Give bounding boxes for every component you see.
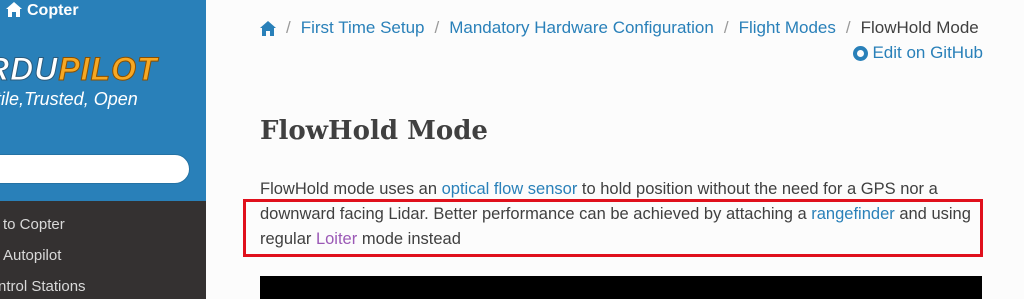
edit-on-github-label: Edit on GitHub (872, 43, 983, 62)
home-icon (6, 2, 22, 17)
breadcrumb-mandatory-hardware[interactable]: Mandatory Hardware Configuration (449, 18, 714, 38)
video-embed[interactable] (260, 276, 982, 299)
optical-flow-sensor-link[interactable]: optical flow sensor (442, 180, 578, 198)
sidebar-item-ground-stations[interactable]: ntrol Stations (0, 278, 86, 295)
paragraph-text: FlowHold mode uses an (260, 180, 442, 198)
project-home-link[interactable]: Copter (6, 2, 79, 20)
breadcrumb-flight-modes[interactable]: Flight Modes (739, 18, 836, 38)
sidebar-item-autopilot[interactable]: Autopilot (3, 247, 61, 264)
breadcrumb-separator: / (845, 18, 851, 37)
edit-on-github-link[interactable]: Edit on GitHub (853, 43, 983, 63)
breadcrumb: / First Time Setup / Mandatory Hardware … (260, 18, 979, 38)
project-name: Copter (27, 2, 79, 19)
sidebar-item-intro[interactable]: to Copter (3, 216, 65, 233)
home-icon[interactable] (260, 20, 276, 36)
page-title: FlowHold Mode (260, 116, 488, 146)
breadcrumb-current: FlowHold Mode (860, 18, 979, 37)
sidebar-header: Copter RDUPILOT tile,Trusted, Open (0, 0, 206, 201)
sidebar: Copter RDUPILOT tile,Trusted, Open to Co… (0, 0, 206, 299)
logo-tagline: tile,Trusted, Open (0, 89, 138, 109)
breadcrumb-separator: / (434, 18, 440, 37)
highlight-box (243, 199, 983, 257)
search-input[interactable] (0, 154, 190, 184)
github-icon (853, 45, 869, 61)
breadcrumb-separator: / (286, 18, 291, 37)
breadcrumb-first-time-setup[interactable]: First Time Setup (301, 18, 425, 38)
breadcrumb-separator: / (723, 18, 729, 37)
ardupilot-logo[interactable]: RDUPILOT (0, 53, 158, 86)
